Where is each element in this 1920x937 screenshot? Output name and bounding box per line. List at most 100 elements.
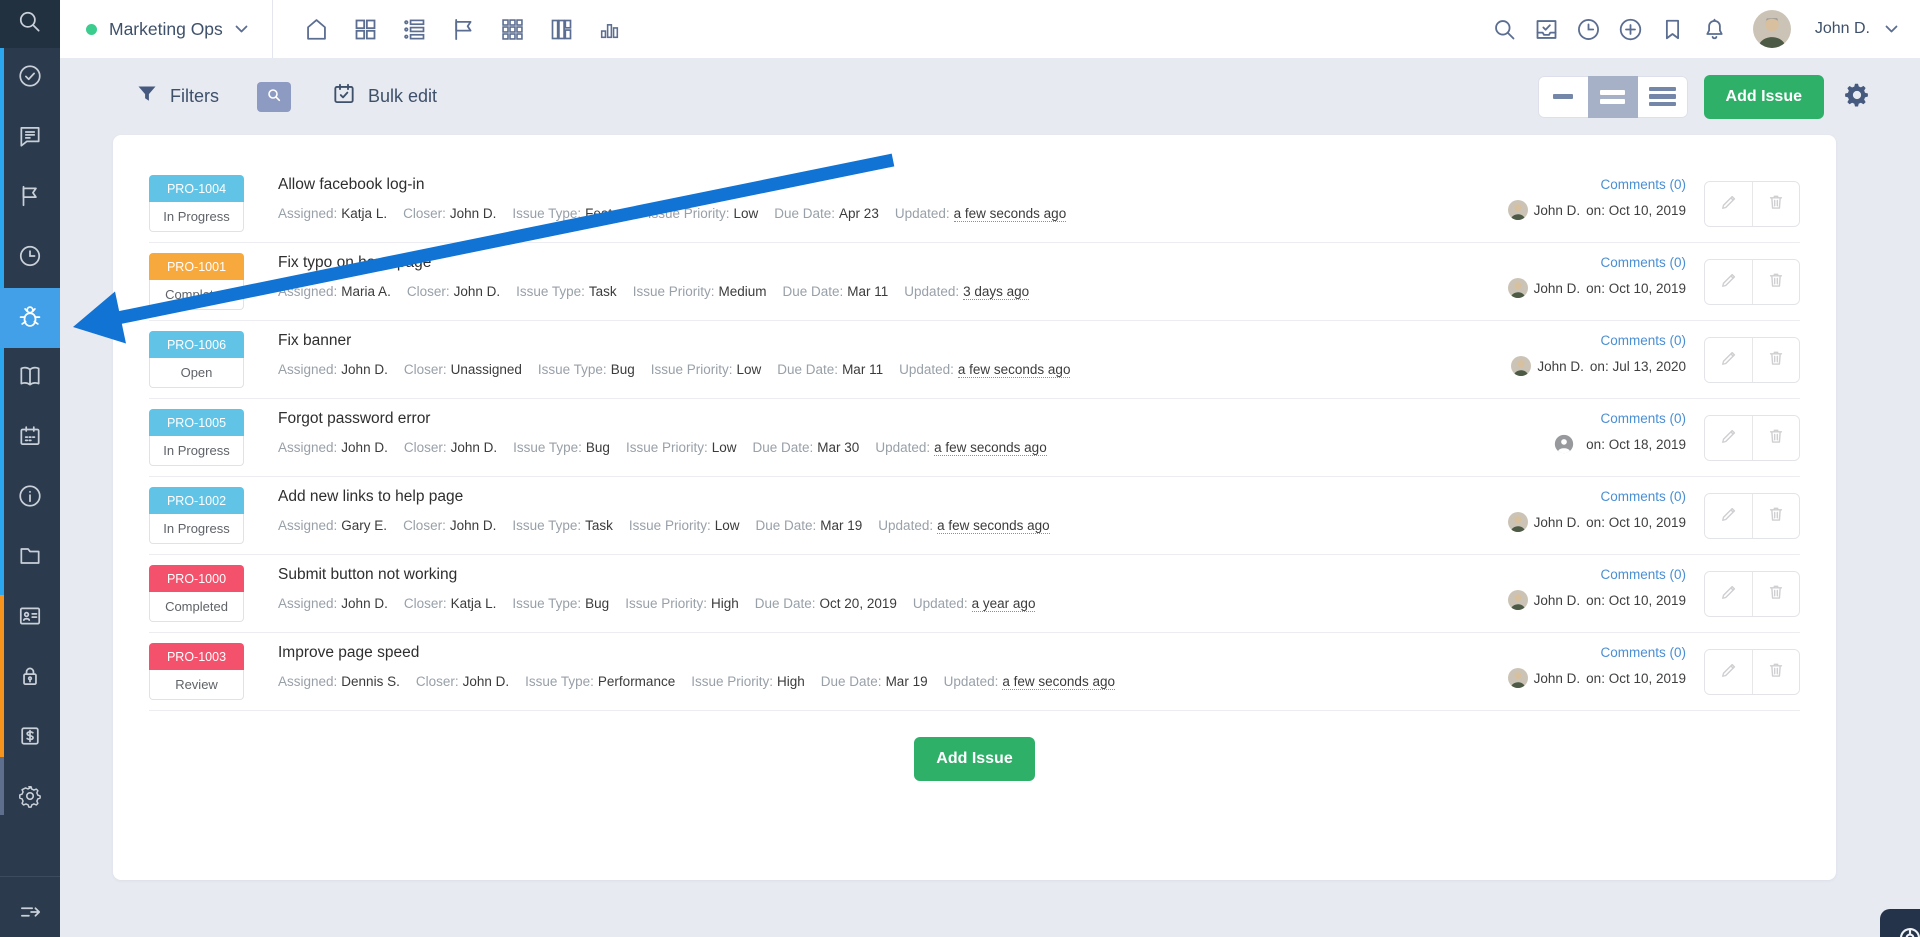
sidebar-expand-button[interactable] xyxy=(0,891,60,937)
issue-title[interactable]: Allow facebook log-in xyxy=(278,176,1426,194)
kanban-columns-icon[interactable] xyxy=(548,16,575,43)
updated-value[interactable]: a few seconds ago xyxy=(1002,674,1115,690)
sidebar-item-contacts[interactable] xyxy=(0,588,60,648)
workspace-selector[interactable]: Marketing Ops xyxy=(60,0,272,58)
issue-id-badge[interactable]: PRO-1002 xyxy=(149,487,244,514)
user-name[interactable]: John D. xyxy=(1815,20,1870,38)
issue-title[interactable]: Fix banner xyxy=(278,332,1426,350)
issue-title[interactable]: Submit button not working xyxy=(278,566,1426,584)
filters-button[interactable]: Filters xyxy=(135,82,219,111)
sidebar-item-info[interactable] xyxy=(0,468,60,528)
edit-issue-button[interactable] xyxy=(1705,650,1752,694)
sidebar-item-calendar[interactable] xyxy=(0,408,60,468)
issue-id-badge[interactable]: PRO-1006 xyxy=(149,331,244,358)
bar-chart-icon[interactable] xyxy=(597,17,622,42)
edit-issue-button[interactable] xyxy=(1705,260,1752,304)
issue-title[interactable]: Improve page speed xyxy=(278,644,1426,662)
issue-title[interactable]: Fix typo on homepage xyxy=(278,254,1426,272)
sidebar-item-passwords[interactable] xyxy=(0,648,60,708)
delete-issue-button[interactable] xyxy=(1752,416,1799,460)
issue-status[interactable]: Open xyxy=(149,358,244,388)
sidebar-item-invoices[interactable] xyxy=(0,708,60,768)
issue-badge[interactable]: PRO-1001 Completed xyxy=(149,253,244,310)
grid-2x2-icon[interactable] xyxy=(352,16,379,43)
view-mode-single-line[interactable] xyxy=(1538,76,1588,118)
edit-issue-button[interactable] xyxy=(1705,572,1752,616)
chevron-down-icon[interactable] xyxy=(1885,25,1898,33)
settings-gear-button[interactable] xyxy=(1842,80,1872,113)
sidebar-item-tasks[interactable] xyxy=(0,48,60,108)
issue-title[interactable]: Add new links to help page xyxy=(278,488,1426,506)
delete-issue-button[interactable] xyxy=(1752,338,1799,382)
issue-row: PRO-1001 Completed Fix typo on homepage … xyxy=(149,243,1800,321)
comments-link[interactable]: Comments (0) xyxy=(1600,411,1686,426)
clock-icon[interactable] xyxy=(1575,16,1602,43)
delete-issue-button[interactable] xyxy=(1752,494,1799,538)
edit-issue-button[interactable] xyxy=(1705,416,1752,460)
sidebar-item-time[interactable] xyxy=(0,228,60,288)
sidebar-item-milestones[interactable] xyxy=(0,168,60,228)
sidebar-item-settings[interactable] xyxy=(0,768,60,828)
sidebar-item-wiki[interactable] xyxy=(0,348,60,408)
sidebar-item-issues[interactable] xyxy=(0,288,60,348)
updated-value[interactable]: a few seconds ago xyxy=(958,362,1071,378)
view-mode-three-line[interactable] xyxy=(1638,76,1688,118)
issue-badge[interactable]: PRO-1006 Open xyxy=(149,331,244,388)
issue-id-badge[interactable]: PRO-1004 xyxy=(149,175,244,202)
updated-value[interactable]: a few seconds ago xyxy=(937,518,1050,534)
search-icon[interactable] xyxy=(1491,16,1518,43)
flag-banner-icon[interactable] xyxy=(450,16,477,43)
issue-badge[interactable]: PRO-1003 Review xyxy=(149,643,244,700)
bulk-edit-button[interactable]: Bulk edit xyxy=(331,81,437,112)
comments-link[interactable]: Comments (0) xyxy=(1600,255,1686,270)
home-icon[interactable] xyxy=(303,16,330,43)
comments-link[interactable]: Comments (0) xyxy=(1600,489,1686,504)
comments-link[interactable]: Comments (0) xyxy=(1600,333,1686,348)
delete-issue-button[interactable] xyxy=(1752,260,1799,304)
edit-issue-button[interactable] xyxy=(1705,494,1752,538)
issues-list: PRO-1004 In Progress Allow facebook log-… xyxy=(149,165,1800,711)
delete-issue-button[interactable] xyxy=(1752,572,1799,616)
updated-value[interactable]: a year ago xyxy=(972,596,1036,612)
user-avatar[interactable] xyxy=(1753,10,1791,48)
comments-link[interactable]: Comments (0) xyxy=(1600,567,1686,582)
issue-title[interactable]: Forgot password error xyxy=(278,410,1426,428)
plus-circle-icon[interactable] xyxy=(1617,16,1644,43)
comments-link[interactable]: Comments (0) xyxy=(1600,177,1686,192)
issue-id-badge[interactable]: PRO-1005 xyxy=(149,409,244,436)
help-widget-button[interactable] xyxy=(1880,909,1920,937)
issue-badge[interactable]: PRO-1004 In Progress xyxy=(149,175,244,232)
bookmark-icon[interactable] xyxy=(1659,16,1686,43)
issue-status[interactable]: Completed xyxy=(149,280,244,310)
view-mode-two-line[interactable] xyxy=(1588,76,1638,118)
bell-icon[interactable] xyxy=(1701,16,1728,43)
updated-value[interactable]: 3 days ago xyxy=(963,284,1029,300)
issue-status[interactable]: Completed xyxy=(149,592,244,622)
quick-search-button[interactable] xyxy=(257,82,291,112)
grid-3x3-icon[interactable] xyxy=(499,16,526,43)
add-issue-button[interactable]: Add Issue xyxy=(1704,75,1824,119)
updated-value[interactable]: a few seconds ago xyxy=(954,206,1067,222)
issue-status[interactable]: In Progress xyxy=(149,514,244,544)
updated-value[interactable]: a few seconds ago xyxy=(934,440,1047,456)
sidebar-search-button[interactable] xyxy=(0,0,60,48)
issue-status[interactable]: In Progress xyxy=(149,436,244,466)
sidebar-item-discussions[interactable] xyxy=(0,108,60,168)
delete-issue-button[interactable] xyxy=(1752,182,1799,226)
issue-badge[interactable]: PRO-1000 Completed xyxy=(149,565,244,622)
issue-id-badge[interactable]: PRO-1000 xyxy=(149,565,244,592)
comments-link[interactable]: Comments (0) xyxy=(1600,645,1686,660)
edit-issue-button[interactable] xyxy=(1705,182,1752,226)
issue-id-badge[interactable]: PRO-1003 xyxy=(149,643,244,670)
sidebar-item-files[interactable] xyxy=(0,528,60,588)
issue-badge[interactable]: PRO-1005 In Progress xyxy=(149,409,244,466)
delete-issue-button[interactable] xyxy=(1752,650,1799,694)
issue-status[interactable]: Review xyxy=(149,670,244,700)
edit-issue-button[interactable] xyxy=(1705,338,1752,382)
issue-status[interactable]: In Progress xyxy=(149,202,244,232)
add-issue-button-bottom[interactable]: Add Issue xyxy=(914,737,1034,781)
issue-badge[interactable]: PRO-1002 In Progress xyxy=(149,487,244,544)
inbox-check-icon[interactable] xyxy=(1533,16,1560,43)
list-bullets-icon[interactable] xyxy=(401,16,428,43)
issue-id-badge[interactable]: PRO-1001 xyxy=(149,253,244,280)
